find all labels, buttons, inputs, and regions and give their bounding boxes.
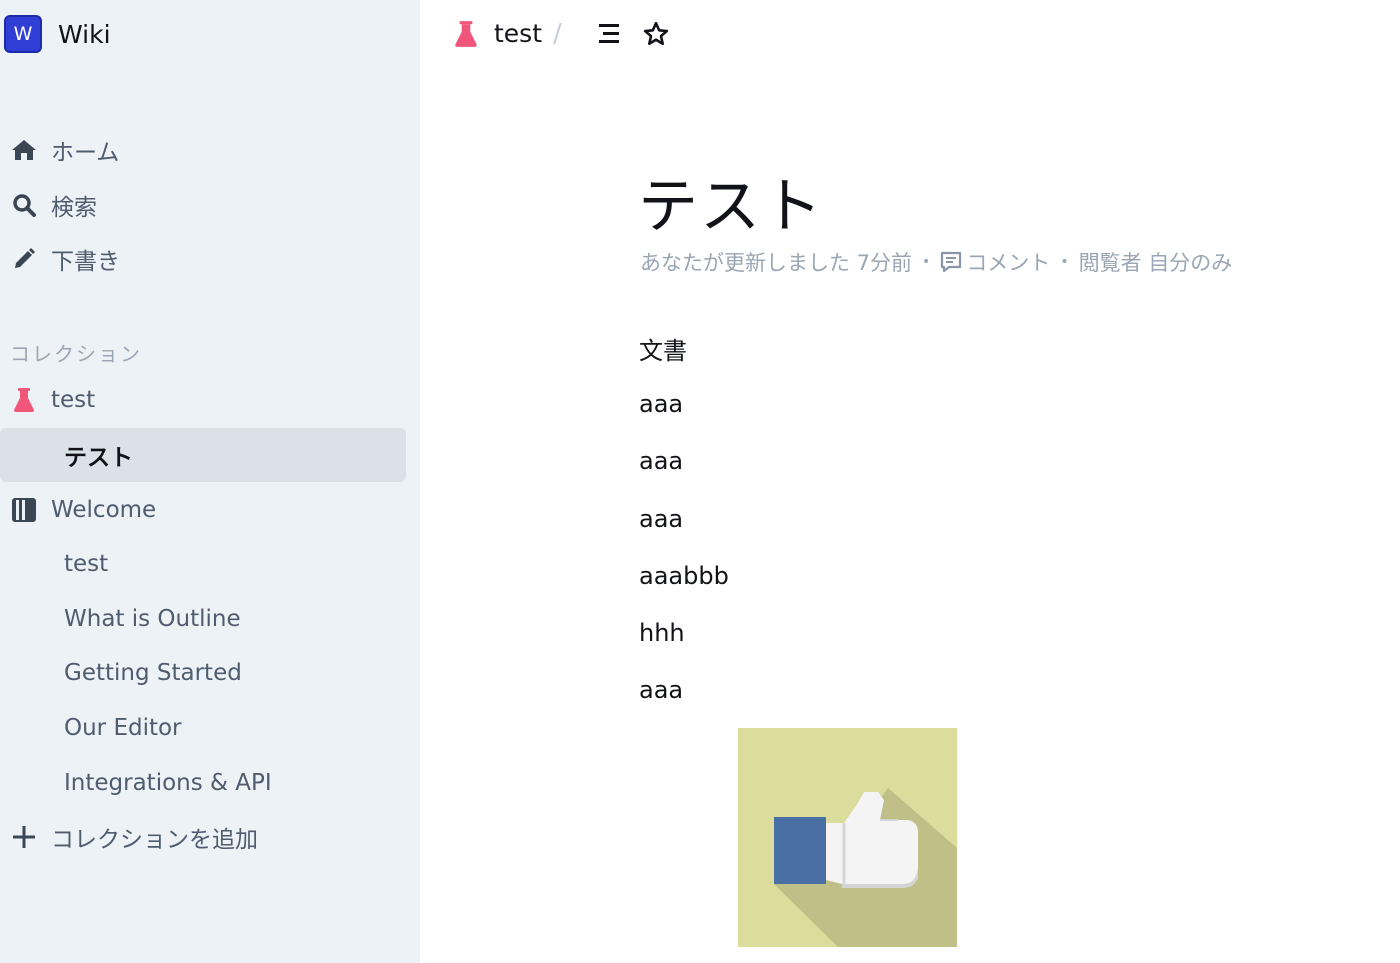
document-title[interactable]: テスト xyxy=(638,158,824,245)
contents-icon xyxy=(599,24,619,43)
document-paragraph[interactable]: aaa xyxy=(639,505,683,533)
sidebar-item-label: 検索 xyxy=(51,195,97,221)
comments-link[interactable]: コメント xyxy=(940,247,1050,277)
sidebar-item-label: Integrations & API xyxy=(64,770,272,796)
sidebar-document-what-is-outline[interactable]: What is Outline xyxy=(0,592,406,646)
sidebar-item-label: Welcome xyxy=(51,497,157,523)
sidebar-document-getting-started[interactable]: Getting Started xyxy=(0,646,406,700)
sidebar-item-label: テスト xyxy=(64,445,133,471)
sidebar-item-label: ホーム xyxy=(51,140,120,166)
sidebar-item-label: 下書き xyxy=(51,249,120,275)
breadcrumb-collection[interactable]: test xyxy=(494,14,542,54)
document-paragraph[interactable]: aaa xyxy=(639,447,683,475)
updated-by-text[interactable]: あなたが更新しました 7分前 xyxy=(640,247,912,277)
sidebar-item-home[interactable]: ホーム xyxy=(0,123,406,177)
document-header: test / xyxy=(420,0,1400,68)
home-icon xyxy=(10,136,38,164)
thumbs-up-icon xyxy=(738,728,957,947)
document-paragraph[interactable]: 文書 xyxy=(639,331,687,366)
sidebar-document-tesuto[interactable]: テスト xyxy=(0,428,406,482)
breadcrumb-separator: / xyxy=(553,19,562,49)
workspace-switcher[interactable]: W Wiki xyxy=(4,14,111,54)
sidebar-item-drafts[interactable]: 下書き xyxy=(0,232,406,286)
beaker-icon xyxy=(455,21,477,47)
sidebar-document-integrations-api[interactable]: Integrations & API xyxy=(0,756,406,810)
star-button[interactable] xyxy=(640,18,672,50)
document-paragraph[interactable]: aaabbb xyxy=(639,562,729,590)
document-paragraph[interactable]: aaa xyxy=(639,390,683,418)
sidebar-document-our-editor[interactable]: Our Editor xyxy=(0,701,406,755)
add-collection-label: コレクションを追加 xyxy=(51,827,258,853)
document-paragraph[interactable]: hhh xyxy=(639,619,685,647)
document-paragraph[interactable]: aaa xyxy=(639,676,683,704)
sidebar-item-label: Getting Started xyxy=(64,660,242,686)
pencil-icon xyxy=(10,245,38,273)
star-icon xyxy=(643,21,669,46)
collections-heading: コレクション xyxy=(10,342,142,366)
add-collection-button[interactable]: コレクションを追加 xyxy=(0,810,406,864)
workspace-name: Wiki xyxy=(58,19,111,49)
meta-separator: • xyxy=(1060,254,1069,270)
sidebar-item-label: test xyxy=(64,551,109,577)
sidebar-item-search[interactable]: 検索 xyxy=(0,178,406,232)
sidebar-item-label: Our Editor xyxy=(64,715,182,741)
document-image[interactable] xyxy=(738,728,957,947)
table-of-contents-button[interactable] xyxy=(593,18,625,50)
sidebar-document-test[interactable]: test xyxy=(0,537,406,591)
viewers-link[interactable]: 閲覧者 自分のみ xyxy=(1079,247,1233,277)
beaker-icon xyxy=(10,386,38,414)
sidebar: W Wiki ホーム 検索 下書き コレクション test テスト Welcom… xyxy=(0,0,420,963)
comment-icon xyxy=(941,251,962,273)
document-meta: あなたが更新しました 7分前 • コメント • 閲覧者 自分のみ xyxy=(640,247,1232,277)
notebook-icon xyxy=(10,496,38,524)
sidebar-collection-welcome[interactable]: Welcome xyxy=(0,483,406,537)
search-icon xyxy=(10,191,38,219)
sidebar-item-label: test xyxy=(51,387,96,413)
meta-separator: • xyxy=(922,254,931,270)
workspace-logo: W xyxy=(4,15,42,53)
sidebar-collection-test[interactable]: test xyxy=(0,373,406,427)
plus-icon xyxy=(10,823,38,851)
breadcrumb-collection-icon[interactable] xyxy=(450,18,482,50)
sidebar-item-label: What is Outline xyxy=(64,606,241,632)
comments-label: コメント xyxy=(966,251,1051,275)
